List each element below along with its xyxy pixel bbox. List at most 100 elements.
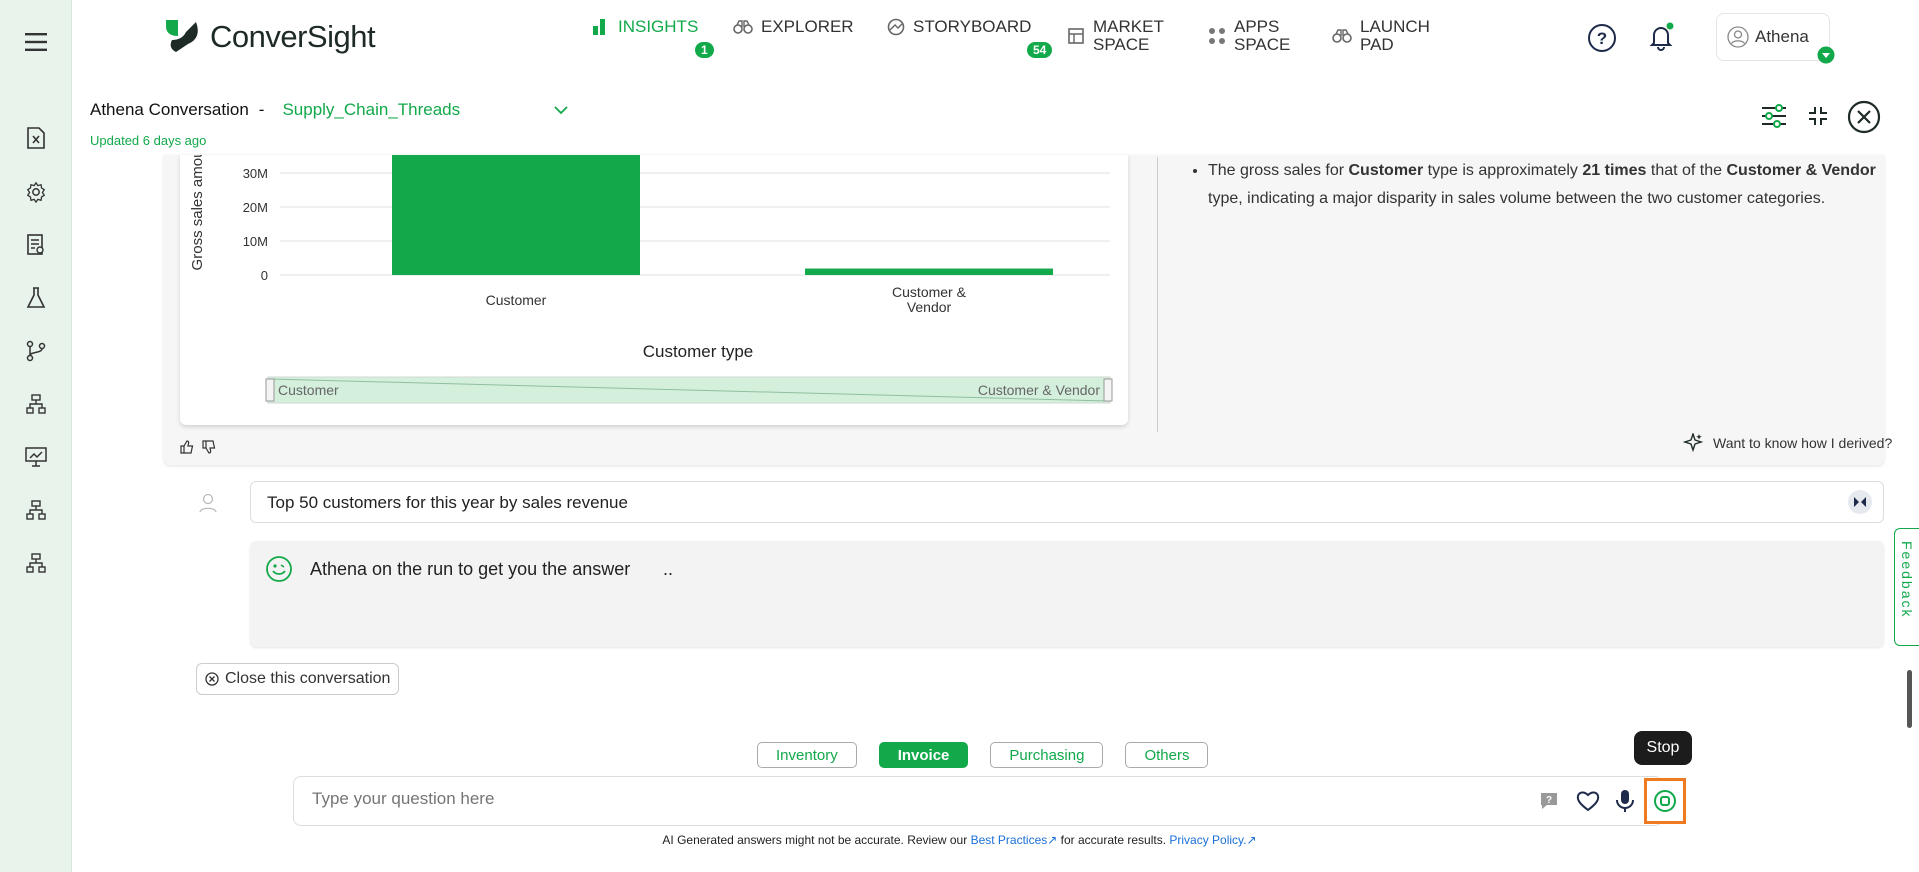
dataset-selector-value[interactable]: Supply_Chain_Threads [282, 100, 460, 120]
nav-launch-pad-label: LAUNCH PAD [1360, 17, 1430, 54]
bar-1 [392, 155, 640, 275]
sparkle-icon [1683, 433, 1703, 453]
svg-text:?: ? [1597, 29, 1607, 48]
nav-explorer[interactable]: EXPLORER [733, 18, 854, 36]
y-tick-label: 30M [243, 166, 268, 181]
chip-invoice[interactable]: Invoice [878, 742, 969, 768]
report-search-icon[interactable] [24, 233, 48, 257]
x-tick-label: Customer [486, 292, 547, 308]
settings-gear-icon[interactable] [24, 180, 48, 204]
insights-badge: 1 [695, 42, 714, 58]
range-slider-start-label: Customer [278, 382, 339, 398]
microphone-icon[interactable] [1615, 789, 1635, 813]
presentation-chart-icon[interactable] [24, 445, 48, 469]
stop-tooltip-text: Stop [1646, 739, 1680, 756]
chip-inventory[interactable]: Inventory [757, 742, 857, 768]
user-avatar-icon-small [198, 493, 218, 518]
insight-bullet: The gross sales for Customer type is app… [1208, 157, 1877, 213]
question-input[interactable] [312, 789, 1312, 809]
filter-settings-icon[interactable] [1760, 104, 1788, 133]
help-chat-icon[interactable]: ? [1538, 790, 1560, 812]
insight-list: The gross sales for Customer type is app… [1158, 157, 1877, 213]
nav-market-space-label: MARKET SPACE [1093, 17, 1164, 54]
conversation-title: Athena Conversation [90, 100, 249, 119]
favorite-heart-icon[interactable] [1576, 790, 1600, 812]
nav-launch-pad[interactable]: LAUNCH PAD [1332, 18, 1430, 54]
best-practices-link[interactable]: Best Practices [971, 833, 1048, 847]
user-avatar-icon [1727, 26, 1749, 48]
left-sidebar [0, 0, 72, 872]
nav-apps-space[interactable]: APPS SPACE [1208, 18, 1290, 54]
external-link-icon: ↗ [1047, 833, 1058, 847]
close-circle-icon [205, 672, 219, 686]
apps-grid-icon [1209, 28, 1225, 44]
expand-collapse-icon[interactable] [1847, 489, 1873, 515]
nav-storyboard-label: STORYBOARD [913, 17, 1032, 36]
nav-explorer-label: EXPLORER [761, 17, 854, 36]
hierarchy-icon-2[interactable] [24, 498, 48, 522]
bar-2 [805, 268, 1053, 275]
range-slider-right-handle [1103, 378, 1113, 402]
lab-flask-icon[interactable] [24, 286, 48, 310]
answer-loading-box: Athena on the run to get you the answer … [250, 541, 1884, 647]
y-tick-label: 20M [243, 200, 268, 215]
top-navigation-bar: ConverSight INSIGHTS 1 EXPLORER STORYBOA… [72, 0, 1919, 78]
y-tick-label: 10M [243, 234, 268, 249]
loading-dots: .. [663, 559, 674, 579]
scrollbar-thumb[interactable] [1907, 670, 1912, 728]
user-question-text: Top 50 customers for this year by sales … [267, 493, 628, 512]
user-status-dropdown-icon [1817, 46, 1835, 64]
hierarchy-icon[interactable] [24, 392, 48, 416]
range-slider-end-label: Customer & Vendor [978, 382, 1101, 398]
chip-purchasing[interactable]: Purchasing [990, 742, 1104, 768]
x-axis-label: Customer type [643, 342, 754, 361]
workflow-branch-icon[interactable] [24, 339, 48, 363]
conversation-title-row: Athena Conversation - Supply_Chain_Threa… [90, 100, 460, 120]
nav-storyboard[interactable]: STORYBOARD [887, 18, 1031, 36]
derive-explanation-link[interactable]: Want to know how I derived? [1683, 433, 1892, 453]
close-conversation-button[interactable]: Close this conversation [196, 663, 400, 695]
logo-text: ConverSight [210, 19, 376, 54]
storyboard-icon [887, 18, 905, 36]
chart-card: 0 10M 20M 30M Customer Customer & Vendor Custom… [180, 150, 1128, 425]
dataset-dropdown-chevron-icon[interactable] [554, 102, 568, 120]
x-tick-label: Customer & Vendor [892, 284, 967, 315]
stop-tooltip: Stop [1634, 731, 1692, 765]
updated-timestamp: Updated 6 days ago [90, 133, 207, 148]
collapse-icon[interactable] [1808, 106, 1828, 131]
thumbs-up-icon[interactable] [180, 440, 194, 454]
conversation-header: Athena Conversation - Supply_Chain_Threa… [72, 78, 1919, 158]
conversation-content: 0 10M 20M 30M Customer Customer & Vendor Custom… [72, 150, 1912, 727]
nav-market-space[interactable]: MARKET SPACE [1067, 18, 1164, 54]
derive-link-text: Want to know how I derived? [1713, 435, 1893, 451]
thumbs-down-icon[interactable] [202, 440, 216, 454]
close-conversation-label: Close this conversation [225, 670, 391, 687]
hamburger-menu-icon[interactable] [24, 30, 48, 54]
question-input-bar: ? [293, 776, 1663, 826]
marketplace-icon [1068, 28, 1084, 44]
y-tick-label: 0 [261, 268, 268, 283]
chip-others[interactable]: Others [1125, 742, 1209, 768]
conversight-logo[interactable]: ConverSight [162, 18, 376, 56]
nav-apps-space-label: APPS SPACE [1234, 17, 1291, 54]
stop-icon [1654, 790, 1676, 812]
insight-panel: The gross sales for Customer type is app… [1157, 157, 1877, 432]
stop-generation-button[interactable] [1644, 778, 1686, 824]
bar-chart-icon [593, 19, 605, 35]
close-panel-icon[interactable] [1847, 100, 1881, 139]
excel-file-icon[interactable] [24, 126, 48, 150]
svg-text:?: ? [1546, 795, 1552, 806]
disclaimer-middle: for accurate results. [1057, 833, 1170, 847]
notification-bell-icon[interactable] [1646, 22, 1676, 57]
nav-insights[interactable]: INSIGHTS [592, 18, 698, 36]
binoculars-icon [733, 20, 753, 34]
range-slider-left-handle [265, 378, 275, 402]
hierarchy-icon-3[interactable] [24, 551, 48, 575]
nav-insights-label: INSIGHTS [618, 17, 699, 36]
help-icon[interactable]: ? [1587, 23, 1617, 58]
feedback-tab[interactable]: Feedback [1894, 528, 1919, 646]
user-profile-menu[interactable]: Athena [1716, 13, 1835, 64]
bar-chart: 0 10M 20M 30M Customer Customer & Vendor Custom… [189, 150, 1113, 404]
user-question: Top 50 customers for this year by sales … [250, 481, 1884, 523]
privacy-policy-link[interactable]: Privacy Policy. [1169, 833, 1246, 847]
